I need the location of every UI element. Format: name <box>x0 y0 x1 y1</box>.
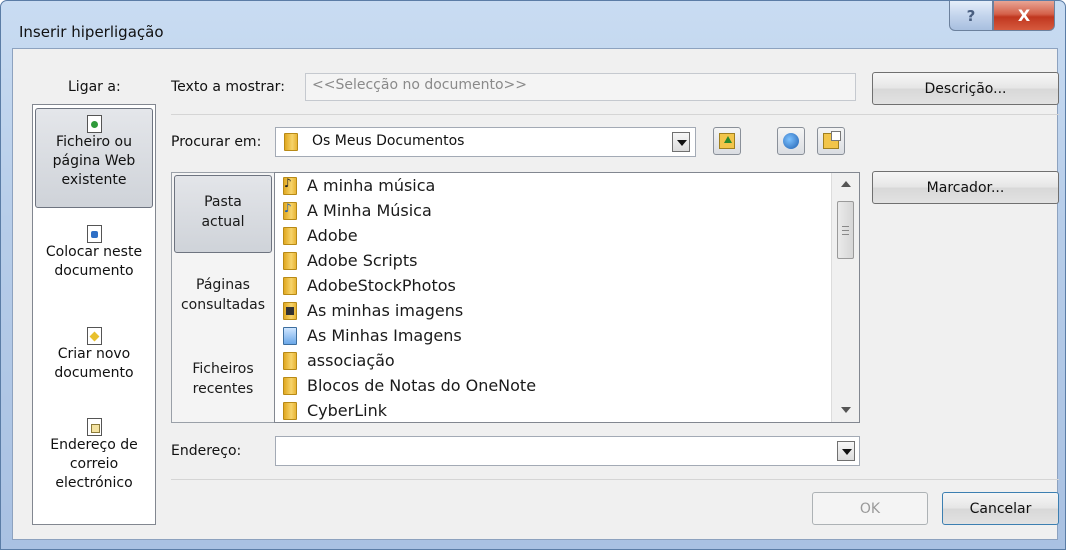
nav-browsed-pages[interactable]: Páginas consultadas <box>174 275 272 323</box>
nav-browsed-pages-line1: Páginas <box>196 277 250 293</box>
link-place-label-1: Colocar neste <box>45 244 143 260</box>
address-label: Endereço: <box>171 443 242 459</box>
browse-file-button[interactable] <box>817 127 845 155</box>
cancel-button[interactable]: Cancelar <box>942 492 1059 525</box>
link-email-label-2: correio <box>69 456 119 472</box>
link-existing-file-label-2: página Web <box>52 153 136 169</box>
link-to-label: Ligar a: <box>68 79 121 95</box>
file-name: Adobe <box>307 226 358 245</box>
place-in-document-icon <box>86 225 102 243</box>
nav-panel: Pasta actual Páginas consultadas Ficheir… <box>171 172 275 423</box>
list-item[interactable]: Adobe <box>283 223 358 248</box>
scroll-thumb[interactable] <box>837 201 854 259</box>
list-item[interactable]: AdobeStockPhotos <box>283 273 456 298</box>
list-item[interactable]: As minhas imagens <box>283 298 463 323</box>
dialog-window: Inserir hiperligação ? X Ligar a: Fichei… <box>0 0 1066 550</box>
folder-icon <box>283 351 297 370</box>
nav-recent-files[interactable]: Ficheiros recentes <box>174 359 272 407</box>
file-name: associação <box>307 351 395 370</box>
scroll-down-icon[interactable] <box>841 407 851 413</box>
separator-top <box>171 114 1059 115</box>
folder-icon <box>283 401 297 420</box>
list-item[interactable]: Adobe Scripts <box>283 248 417 273</box>
up-one-folder-button[interactable] <box>713 127 741 155</box>
existing-file-icon <box>86 115 102 133</box>
email-address-icon <box>86 418 102 436</box>
nav-current-folder-line2: actual <box>201 214 245 230</box>
file-name: A minha música <box>307 176 436 195</box>
link-new-doc-label-1: Criar novo <box>57 346 131 362</box>
folder-icon <box>283 376 297 395</box>
link-existing-file-label-3: existente <box>61 172 127 188</box>
file-list-scrollbar[interactable] <box>831 173 859 422</box>
link-to-panel: Ficheiro ou página Web existente Colocar… <box>32 104 156 525</box>
look-in-dropdown-arrow[interactable] <box>672 132 690 152</box>
text-to-display-label: Texto a mostrar: <box>171 79 285 95</box>
file-name: As minhas imagens <box>307 301 464 320</box>
grip-line <box>842 230 849 231</box>
help-button[interactable]: ? <box>949 1 993 31</box>
close-button[interactable]: X <box>993 1 1055 31</box>
browse-web-button[interactable] <box>777 127 805 155</box>
link-email-label-1: Endereço de <box>50 437 138 453</box>
link-email-address[interactable]: Endereço de correio electrónico <box>35 418 153 518</box>
list-item[interactable]: associação <box>283 348 395 373</box>
pictures-folder-icon <box>283 326 297 345</box>
text-to-display-input[interactable]: <<Selecção no documento>> <box>305 73 856 101</box>
documents-folder-icon <box>284 133 298 151</box>
folder-icon <box>283 276 297 295</box>
look-in-label: Procurar em: <box>171 134 262 150</box>
up-folder-icon <box>719 133 735 149</box>
file-list[interactable]: A minha música A Minha Música Adobe Adob… <box>274 172 860 423</box>
nav-browsed-pages-line2: consultadas <box>180 297 266 313</box>
link-place-label-2: documento <box>54 263 134 279</box>
file-name: As Minhas Imagens <box>307 326 462 345</box>
nav-current-folder[interactable]: Pasta actual <box>174 175 272 253</box>
list-item[interactable]: As Minhas Imagens <box>283 323 462 348</box>
link-create-new-document[interactable]: Criar novo documento <box>35 327 153 403</box>
list-item[interactable]: CyberLink <box>283 398 387 422</box>
list-item[interactable]: Blocos de Notas do OneNote <box>283 373 536 398</box>
nav-recent-files-line1: Ficheiros <box>192 361 254 377</box>
screentip-button[interactable]: Descrição... <box>872 72 1059 105</box>
music-folder-icon <box>283 176 297 195</box>
scroll-up-icon[interactable] <box>841 181 851 187</box>
file-name: A Minha Música <box>307 201 432 220</box>
nav-recent-files-line2: recentes <box>192 381 254 397</box>
globe-search-icon <box>783 133 799 149</box>
file-name: Adobe Scripts <box>307 251 418 270</box>
file-name: Blocos de Notas do OneNote <box>307 376 537 395</box>
open-folder-icon <box>823 131 841 149</box>
look-in-combo[interactable]: Os Meus Documentos <box>275 127 696 157</box>
grip-line <box>842 234 849 235</box>
look-in-value: Os Meus Documentos <box>312 133 465 149</box>
folder-icon <box>283 251 297 270</box>
bookmark-button[interactable]: Marcador... <box>872 171 1059 204</box>
folder-icon <box>283 226 297 245</box>
pictures-folder-icon <box>283 301 297 320</box>
link-email-label-3: electrónico <box>55 475 133 491</box>
new-document-icon <box>86 327 102 345</box>
grip-line <box>842 226 849 227</box>
link-existing-file[interactable]: Ficheiro ou página Web existente <box>35 108 153 208</box>
nav-current-folder-line1: Pasta <box>204 194 242 210</box>
link-existing-file-label-1: Ficheiro ou <box>56 134 132 150</box>
window-title: Inserir hiperligação <box>19 23 164 41</box>
separator-bottom <box>171 479 1059 480</box>
music-folder-icon <box>283 201 297 220</box>
list-item[interactable]: A Minha Música <box>283 198 432 223</box>
address-dropdown-arrow[interactable] <box>837 441 855 461</box>
link-place-in-document[interactable]: Colocar neste documento <box>35 225 153 301</box>
file-name: CyberLink <box>307 401 387 420</box>
link-new-doc-label-2: documento <box>54 365 134 381</box>
file-name: AdobeStockPhotos <box>307 276 456 295</box>
address-input[interactable] <box>275 436 860 466</box>
list-item[interactable]: A minha música <box>283 173 435 198</box>
ok-button[interactable]: OK <box>812 492 928 525</box>
